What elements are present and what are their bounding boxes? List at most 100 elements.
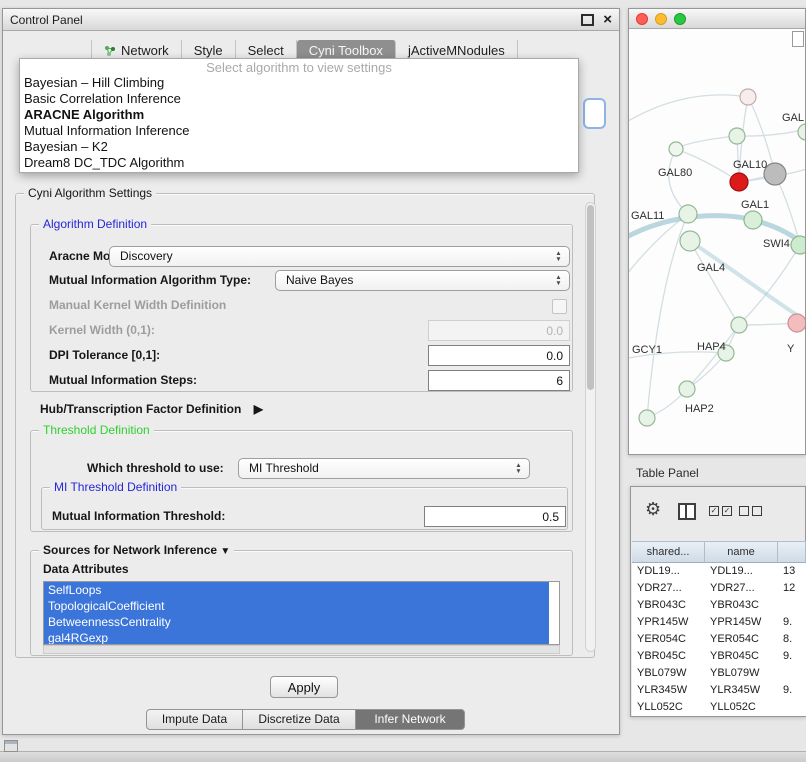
table-cell: YBR043C bbox=[632, 597, 705, 614]
network-node[interactable] bbox=[679, 381, 695, 397]
dropdown-prompt: Select algorithm to view settings bbox=[20, 61, 578, 75]
settings-scrollbar[interactable] bbox=[585, 202, 596, 652]
dropdown-arrows-icon: ▲▼ bbox=[511, 463, 526, 474]
network-node-red[interactable] bbox=[730, 173, 748, 191]
close-icon[interactable]: × bbox=[603, 13, 612, 27]
network-node[interactable] bbox=[680, 231, 700, 251]
column-header-name[interactable]: name bbox=[705, 541, 778, 563]
mi-type-select[interactable]: Naive Bayes ▲▼ bbox=[275, 270, 570, 291]
algorithm-option[interactable]: Basic Correlation Inference bbox=[20, 91, 578, 107]
collapse-down-icon: ▼ bbox=[220, 546, 230, 557]
table-row[interactable]: YBL079W YBL079W bbox=[632, 665, 806, 682]
table-cell: YLR345W bbox=[632, 682, 705, 699]
mi-threshold-field[interactable]: 0.5 bbox=[424, 506, 566, 527]
tab-infer-network[interactable]: Infer Network bbox=[355, 709, 465, 730]
table-cell: YBR045C bbox=[632, 648, 705, 665]
table-cell: 13 bbox=[778, 563, 806, 580]
select-all-icon[interactable]: ✓ ✓ bbox=[709, 506, 732, 516]
table-row[interactable]: YPR145W YPR145W 9. bbox=[632, 614, 806, 631]
cyni-settings-group: Cyni Algorithm Settings Algorithm Defini… bbox=[15, 193, 595, 658]
network-edges bbox=[629, 95, 805, 418]
column-header-shared-name[interactable]: shared... bbox=[632, 541, 705, 563]
table-cell bbox=[778, 665, 806, 682]
table-cell bbox=[778, 699, 806, 716]
network-node[interactable] bbox=[740, 89, 756, 105]
table-row[interactable]: YLR345W YLR345W 9. bbox=[632, 682, 806, 699]
apply-label: Apply bbox=[288, 680, 321, 695]
table-row[interactable]: YER054C YER054C 8. bbox=[632, 631, 806, 648]
which-threshold-select[interactable]: MI Threshold ▲▼ bbox=[238, 458, 530, 479]
list-horizontal-scrollbar[interactable] bbox=[43, 645, 560, 654]
table-row[interactable]: YBR045C YBR045C 9. bbox=[632, 648, 806, 665]
algorithm-option[interactable]: Mutual Information Inference bbox=[20, 123, 578, 139]
network-node[interactable] bbox=[744, 211, 762, 229]
table-cell: 9. bbox=[778, 648, 806, 665]
scrollbar-thumb[interactable] bbox=[587, 205, 594, 390]
mi-steps-label: Mutual Information Steps: bbox=[49, 370, 197, 391]
mi-steps-field[interactable]: 6 bbox=[428, 370, 570, 391]
gear-icon[interactable]: ⚙ bbox=[645, 499, 661, 519]
attribute-item-selected[interactable]: TopologicalCoefficient bbox=[44, 598, 549, 614]
network-node[interactable] bbox=[798, 124, 805, 140]
data-attributes-list[interactable]: SelfLoops TopologicalCoefficient Between… bbox=[43, 581, 560, 645]
node-label: GAL4 bbox=[697, 262, 725, 274]
network-node[interactable] bbox=[669, 142, 683, 156]
network-node-gray[interactable] bbox=[764, 163, 786, 185]
which-threshold-label: Which threshold to use: bbox=[87, 458, 224, 479]
network-node[interactable] bbox=[731, 317, 747, 333]
network-node[interactable] bbox=[679, 205, 697, 223]
tab-discretize-data[interactable]: Discretize Data bbox=[242, 709, 356, 730]
aracne-mode-select[interactable]: Discovery ▲▼ bbox=[109, 246, 570, 267]
column-header-extra[interactable] bbox=[778, 541, 806, 563]
group-title: Algorithm Definition bbox=[39, 217, 151, 232]
table-panel-label: Table Panel bbox=[636, 466, 699, 480]
algorithm-option[interactable]: Bayesian – Hill Climbing bbox=[20, 75, 578, 91]
table-cell: YLL052C bbox=[632, 699, 705, 716]
apply-button[interactable]: Apply bbox=[270, 676, 338, 698]
table-cell: YBR045C bbox=[705, 648, 778, 665]
attribute-item-selected[interactable]: gal4RGexp bbox=[44, 630, 549, 645]
minimize-icon[interactable] bbox=[581, 14, 594, 26]
control-panel-titlebar[interactable]: Control Panel × bbox=[3, 9, 619, 31]
network-node-pink[interactable] bbox=[788, 314, 805, 332]
attribute-item-selected[interactable]: BetweennessCentrality bbox=[44, 614, 549, 630]
panel-grip-icon[interactable] bbox=[4, 740, 18, 752]
mi-type-label: Mutual Information Algorithm Type: bbox=[49, 270, 251, 291]
table-row[interactable]: YBR043C YBR043C bbox=[632, 597, 806, 614]
tab-impute-data[interactable]: Impute Data bbox=[146, 709, 243, 730]
table-cell bbox=[778, 597, 806, 614]
hub-section-header[interactable]: Hub/Transcription Factor Definition ▶ bbox=[40, 399, 263, 420]
table-cell: YBR043C bbox=[705, 597, 778, 614]
network-window-titlebar[interactable] bbox=[629, 9, 805, 29]
network-canvas[interactable]: GAL80 GAL10 GAL GAL11 GAL1 SWI4 GAL4 GCY… bbox=[629, 29, 805, 454]
checked-box-icon: ✓ bbox=[709, 506, 719, 516]
algorithm-option[interactable]: Bayesian – K2 bbox=[20, 139, 578, 155]
mac-close-icon[interactable] bbox=[636, 13, 648, 25]
algorithm-option-selected[interactable]: ARACNE Algorithm bbox=[20, 107, 578, 123]
network-view-window: GAL80 GAL10 GAL GAL11 GAL1 SWI4 GAL4 GCY… bbox=[628, 8, 806, 455]
network-node[interactable] bbox=[729, 128, 745, 144]
algorithm-combo-button[interactable] bbox=[583, 98, 606, 129]
unchecked-box-icon bbox=[752, 506, 762, 516]
node-label: GAL bbox=[782, 112, 804, 124]
node-label: GAL80 bbox=[658, 167, 692, 179]
table-cell: YLL052C bbox=[705, 699, 778, 716]
attribute-item-selected[interactable]: SelfLoops bbox=[44, 582, 549, 598]
mac-minimize-icon[interactable] bbox=[655, 13, 667, 25]
sources-header[interactable]: Sources for Network Inference ▼ bbox=[39, 543, 234, 559]
dpi-tolerance-field[interactable]: 0.0 bbox=[428, 345, 570, 366]
table-row[interactable]: YDL19... YDL19... 13 bbox=[632, 563, 806, 580]
dropdown-arrows-icon: ▲▼ bbox=[551, 251, 566, 262]
manual-kernel-label: Manual Kernel Width Definition bbox=[49, 295, 226, 316]
hub-section-label: Hub/Transcription Factor Definition bbox=[40, 402, 241, 416]
algorithm-option[interactable]: Dream8 DC_TDC Algorithm bbox=[20, 155, 578, 171]
birdseye-box[interactable] bbox=[792, 31, 804, 47]
table-row[interactable]: YLL052C YLL052C bbox=[632, 699, 806, 716]
columns-icon[interactable] bbox=[678, 503, 696, 520]
network-node[interactable] bbox=[791, 236, 805, 254]
table-cell: YBL079W bbox=[632, 665, 705, 682]
network-node[interactable] bbox=[639, 410, 655, 426]
deselect-all-icon[interactable] bbox=[739, 506, 762, 516]
mac-zoom-icon[interactable] bbox=[674, 13, 686, 25]
table-row[interactable]: YDR27... YDR27... 12 bbox=[632, 580, 806, 597]
